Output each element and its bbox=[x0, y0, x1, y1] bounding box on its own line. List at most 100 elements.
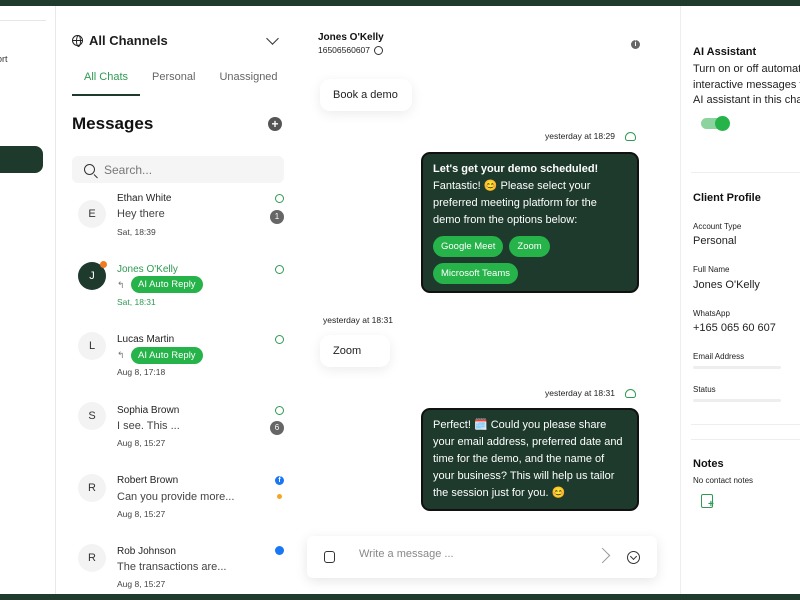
reply-icon: ↰ bbox=[117, 350, 125, 360]
whatsapp-value: +165 065 60 607 bbox=[693, 322, 776, 334]
conversation-item[interactable]: L Lucas Martin ↰ AI Auto Reply Aug 8, 17… bbox=[56, 326, 292, 394]
contact-name: Ethan White bbox=[117, 193, 172, 204]
channel-selector-label: All Channels bbox=[89, 33, 168, 48]
add-conversation-button[interactable]: + bbox=[268, 117, 282, 131]
search-icon bbox=[84, 164, 95, 175]
message-input[interactable] bbox=[359, 548, 579, 560]
globe-icon bbox=[72, 35, 83, 47]
ai-assistant-title: AI Assistant bbox=[693, 46, 757, 58]
info-icon[interactable]: i bbox=[631, 40, 640, 49]
main-sidebar: ort bbox=[0, 6, 56, 594]
conversation-item[interactable]: E Ethan White Hey there Sat, 18:39 1 bbox=[56, 186, 292, 254]
notes-title: Notes bbox=[693, 458, 724, 470]
ai-assistant-description: Turn on or off automated interactive mes… bbox=[693, 63, 800, 106]
tab-unassigned[interactable]: Unassigned bbox=[207, 65, 289, 96]
unread-count-badge: 6 bbox=[270, 421, 284, 435]
message-composer bbox=[307, 536, 657, 578]
outgoing-message: Let's get your demo scheduled! Fantastic… bbox=[421, 152, 639, 293]
contact-name: Sophia Brown bbox=[117, 405, 180, 416]
chat-contact-name: Jones O'Kelly bbox=[318, 32, 384, 43]
search-box bbox=[72, 156, 284, 183]
avatar: L bbox=[78, 332, 106, 360]
email-label: Email Address bbox=[693, 352, 745, 361]
incoming-message: Zoom bbox=[320, 335, 390, 367]
messages-title: Messages bbox=[72, 114, 154, 133]
contact-name: Jones O'Kelly bbox=[117, 264, 178, 275]
avatar: E bbox=[78, 200, 106, 228]
conversation-item[interactable]: R Robert Brown Can you provide more... A… bbox=[56, 466, 292, 534]
avatar-initial: J bbox=[89, 270, 95, 282]
outgoing-message: Perfect! 🗓️ Could you please share your … bbox=[421, 408, 639, 511]
whatsapp-icon bbox=[275, 335, 284, 344]
ai-sent-icon bbox=[625, 132, 636, 141]
sidebar-item-label[interactable]: ort bbox=[0, 54, 8, 64]
ai-sent-icon bbox=[625, 389, 636, 398]
divider bbox=[691, 439, 800, 440]
facebook-icon: f bbox=[275, 476, 284, 485]
send-icon[interactable] bbox=[594, 547, 611, 564]
contact-details-panel: AI Assistant Turn on or off automated in… bbox=[680, 6, 800, 594]
message-preview: Can you provide more... bbox=[117, 491, 235, 503]
unread-dot bbox=[277, 494, 282, 499]
whatsapp-label: WhatsApp bbox=[693, 309, 730, 318]
conversation-item-active[interactable]: J Jones O'Kelly ↰ AI Auto Reply Sat, 18:… bbox=[56, 256, 292, 324]
unread-count-badge: 1 bbox=[270, 210, 284, 224]
status-dot bbox=[100, 261, 107, 268]
search-input[interactable] bbox=[104, 162, 264, 177]
whatsapp-icon bbox=[275, 406, 284, 415]
quick-reply-options: Google Meet Zoom Microsoft Teams bbox=[433, 236, 627, 284]
message-time: Sat, 18:31 bbox=[117, 297, 156, 307]
full-name-value: Jones O'Kelly bbox=[693, 279, 760, 291]
divider bbox=[691, 172, 800, 173]
whatsapp-icon bbox=[275, 194, 284, 203]
divider bbox=[0, 20, 46, 21]
message-time: Aug 8, 17:18 bbox=[117, 367, 166, 377]
template-icon[interactable] bbox=[324, 551, 335, 563]
chevron-circle-icon[interactable] bbox=[627, 551, 640, 564]
message-time: Sat, 18:39 bbox=[117, 227, 156, 237]
account-type-value: Personal bbox=[693, 235, 737, 247]
app-window: ort All Channels All Chats Personal Unas… bbox=[0, 6, 800, 594]
quick-reply-zoom[interactable]: Zoom bbox=[509, 236, 550, 257]
message-preview: The transactions are... bbox=[117, 561, 227, 573]
incoming-message: Book a demo bbox=[320, 79, 412, 111]
tab-personal[interactable]: Personal bbox=[140, 65, 207, 96]
status-value[interactable] bbox=[693, 399, 781, 402]
full-name-label: Full Name bbox=[693, 265, 730, 274]
ai-assistant-toggle[interactable] bbox=[701, 116, 730, 131]
message-timestamp: yesterday at 18:31 bbox=[323, 315, 393, 325]
message-body: Perfect! 🗓️ Could you please share your … bbox=[433, 419, 623, 499]
tab-all-chats[interactable]: All Chats bbox=[72, 65, 141, 96]
status-label: Status bbox=[693, 385, 716, 394]
email-value[interactable] bbox=[693, 366, 781, 369]
message-preview: Hey there bbox=[117, 208, 165, 220]
message-timestamp: yesterday at 18:31 bbox=[545, 388, 615, 398]
contact-name: Rob Johnson bbox=[117, 546, 176, 557]
divider bbox=[691, 424, 800, 425]
message-preview: I see. This ... bbox=[117, 420, 180, 432]
sidebar-item-active[interactable] bbox=[0, 146, 43, 173]
contact-name: Robert Brown bbox=[117, 475, 179, 486]
avatar: J bbox=[78, 261, 107, 290]
add-note-icon[interactable] bbox=[701, 494, 714, 510]
conversation-item[interactable]: R Rob Johnson The transactions are... Au… bbox=[56, 536, 292, 594]
whatsapp-icon bbox=[275, 265, 284, 274]
message-time: Aug 8, 15:27 bbox=[117, 438, 166, 448]
conversation-item[interactable]: S Sophia Brown I see. This ... Aug 8, 15… bbox=[56, 396, 292, 464]
chat-panel: Jones O'Kelly 16506560607 i Book a demo … bbox=[292, 6, 664, 594]
ai-auto-reply-badge: AI Auto Reply bbox=[131, 347, 203, 364]
account-type-label: Account Type bbox=[693, 222, 742, 231]
messenger-icon bbox=[275, 546, 284, 555]
message-time: Aug 8, 15:27 bbox=[117, 509, 166, 519]
channel-selector[interactable]: All Channels bbox=[72, 33, 168, 48]
conversation-panel: All Channels All Chats Personal Unassign… bbox=[56, 6, 292, 594]
chevron-down-icon[interactable] bbox=[266, 32, 279, 45]
ai-auto-reply-badge: AI Auto Reply bbox=[131, 276, 203, 293]
contact-phone-text: 16506560607 bbox=[318, 45, 371, 55]
message-body: Fantastic! 😊 Please select your preferre… bbox=[433, 180, 597, 226]
avatar: S bbox=[78, 402, 106, 430]
quick-reply-microsoft-teams[interactable]: Microsoft Teams bbox=[433, 263, 518, 284]
quick-reply-google-meet[interactable]: Google Meet bbox=[433, 236, 504, 257]
chat-contact-phone: 16506560607 bbox=[318, 45, 384, 55]
avatar: R bbox=[78, 474, 106, 502]
